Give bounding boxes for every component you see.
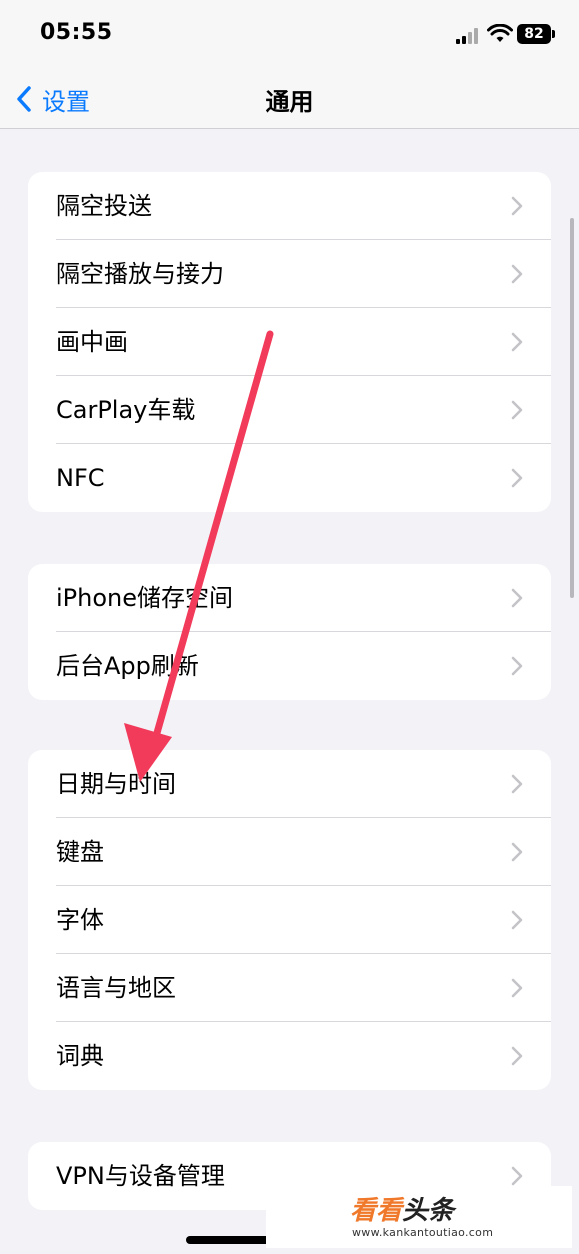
row-label: 画中画 (56, 328, 128, 356)
row-picture-in-picture[interactable]: 画中画 (28, 308, 551, 376)
chevron-right-icon (511, 1046, 523, 1066)
watermark: 看看头条 www.kankantoutiao.com (266, 1186, 572, 1248)
settings-group-locale: 日期与时间 键盘 字体 语言与地区 词典 (28, 750, 551, 1090)
row-date-time[interactable]: 日期与时间 (28, 750, 551, 818)
chevron-right-icon (511, 842, 523, 862)
row-label: NFC (56, 464, 105, 492)
settings-group-storage: iPhone储存空间 后台App刷新 (28, 564, 551, 700)
row-label: 隔空播放与接力 (56, 260, 224, 288)
row-iphone-storage[interactable]: iPhone储存空间 (28, 564, 551, 632)
navigation-bar: 设置 通用 (0, 70, 579, 129)
chevron-right-icon (511, 400, 523, 420)
row-airdrop[interactable]: 隔空投送 (28, 172, 551, 240)
row-label: 键盘 (56, 838, 104, 866)
row-label: VPN与设备管理 (56, 1162, 225, 1190)
chevron-right-icon (511, 910, 523, 930)
row-label: CarPlay车载 (56, 396, 196, 424)
chevron-right-icon (511, 196, 523, 216)
row-language-region[interactable]: 语言与地区 (28, 954, 551, 1022)
chevron-right-icon (511, 978, 523, 998)
battery-icon: 82 (517, 24, 555, 44)
row-keyboard[interactable]: 键盘 (28, 818, 551, 886)
chevron-right-icon (511, 656, 523, 676)
status-bar: 05:55 82 (0, 0, 579, 70)
settings-group-connectivity: 隔空投送 隔空播放与接力 画中画 CarPlay车载 NFC (28, 172, 551, 512)
watermark-url: www.kankantoutiao.com (352, 1226, 494, 1239)
row-carplay[interactable]: CarPlay车载 (28, 376, 551, 444)
cellular-signal-icon (456, 28, 480, 44)
row-fonts[interactable]: 字体 (28, 886, 551, 954)
chevron-right-icon (511, 468, 523, 488)
chevron-right-icon (511, 264, 523, 284)
status-time: 05:55 (40, 20, 113, 45)
row-dictionary[interactable]: 词典 (28, 1022, 551, 1090)
row-label: 语言与地区 (56, 974, 176, 1002)
page-title: 通用 (265, 88, 314, 116)
chevron-right-icon (511, 1166, 523, 1186)
row-label: 日期与时间 (56, 770, 176, 798)
row-airplay-handoff[interactable]: 隔空播放与接力 (28, 240, 551, 308)
row-nfc[interactable]: NFC (28, 444, 551, 512)
row-label: iPhone储存空间 (56, 584, 234, 612)
chevron-right-icon (511, 774, 523, 794)
row-label: 后台App刷新 (56, 652, 199, 680)
chevron-right-icon (511, 332, 523, 352)
scroll-indicator[interactable] (570, 218, 574, 598)
row-background-app-refresh[interactable]: 后台App刷新 (28, 632, 551, 700)
row-label: 字体 (56, 906, 104, 934)
watermark-logo: 看看头条 (350, 1196, 455, 1226)
chevron-right-icon (511, 588, 523, 608)
row-label: 隔空投送 (56, 192, 152, 220)
wifi-icon (487, 24, 513, 42)
row-label: 词典 (56, 1042, 104, 1070)
